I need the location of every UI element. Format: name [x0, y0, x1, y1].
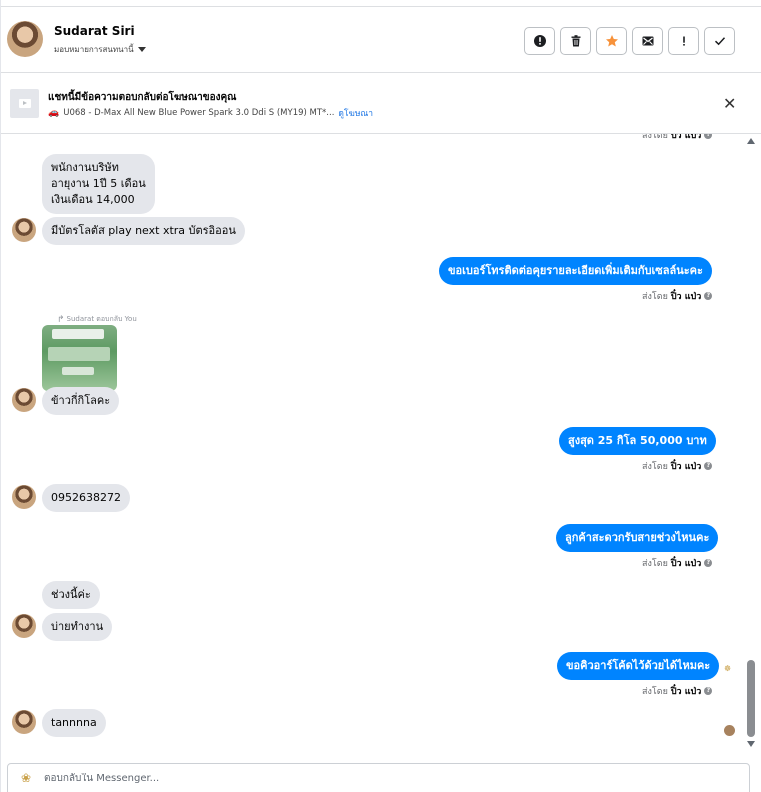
seen-sticker-icon: ☸ — [724, 664, 732, 673]
view-ad-link[interactable]: ดูโฆษณา — [338, 106, 373, 120]
info-icon: ? — [704, 462, 713, 470]
contact-avatar-small — [12, 614, 36, 638]
outgoing-message: ขอคิวอาร์โค้ดไว้ด้วยได้ไหมคะ — [557, 652, 720, 680]
star-icon — [605, 35, 618, 47]
outgoing-message: ลูกค้าสะดวกรับสายช่วงไหนคะ — [556, 524, 719, 552]
contact-avatar[interactable] — [7, 21, 43, 57]
contact-avatar-small — [12, 388, 36, 412]
incoming-message: ช่วงนี้ค่ะ — [42, 581, 100, 609]
assign-conversation-dropdown[interactable]: มอบหมายการสนทนานี้ — [54, 43, 146, 56]
info-icon: ? — [704, 134, 713, 139]
shared-image[interactable] — [42, 325, 117, 391]
ad-banner-title: แชทนี้มีข้อความตอบกลับต่อโฆษณาของคุณ — [48, 92, 237, 103]
close-icon[interactable]: ✕ — [723, 94, 736, 113]
ad-banner-line: 🚗 U068 - D-Max All New Blue Power Spark … — [48, 106, 373, 120]
outgoing-message: สูงสุด 25 กิโล 50,000 บาท — [559, 427, 716, 455]
contact-avatar-small — [12, 710, 36, 734]
contact-avatar-small — [12, 218, 36, 242]
sent-by-label: ส่งโดย ปิ๋ว แป่ว? — [642, 459, 713, 473]
follow-up-button[interactable] — [668, 27, 699, 55]
delete-button[interactable] — [560, 27, 591, 55]
conversation-header: Sudarat Siri มอบหมายการสนทนานี้ — [1, 7, 761, 73]
envelope-icon — [642, 36, 653, 46]
messenger-conversation-panel: Sudarat Siri มอบหมายการสนทนานี้ แชทนี้มี… — [0, 0, 761, 792]
car-icon: 🚗 — [48, 108, 60, 118]
sent-by-label: ส่งโดย ปิ๋ว แป่ว? — [642, 134, 713, 142]
exclamation-icon — [682, 36, 685, 46]
done-button[interactable] — [704, 27, 735, 55]
mark-unread-button[interactable] — [632, 27, 663, 55]
incoming-message: บ่ายทำงาน — [42, 613, 113, 641]
check-icon — [714, 37, 725, 46]
video-thumbnail-icon[interactable] — [10, 89, 39, 118]
incoming-message: tannnna — [42, 709, 106, 737]
scroll-down-arrow-icon[interactable] — [747, 741, 755, 747]
reply-note: ↱ Sudarat ตอบกลับ You — [57, 314, 137, 325]
incoming-message: มีบัตรโลตัส play next xtra บัตรอิออน — [42, 217, 245, 245]
contact-avatar-small — [12, 485, 36, 509]
trash-icon — [571, 35, 580, 47]
spam-button[interactable] — [524, 27, 555, 55]
assign-label: มอบหมายการสนทนานี้ — [54, 45, 134, 54]
info-icon: ? — [704, 687, 713, 695]
page-logo-icon: ❀ — [20, 771, 32, 785]
message-thread: ส่งโดย ปิ๋ว แป่ว? พนักงานบริษัท อายุงาน 1… — [1, 134, 745, 760]
ad-description: U068 - D-Max All New Blue Power Spark 3.… — [63, 108, 335, 118]
reply-input[interactable] — [44, 773, 644, 784]
info-icon: ? — [704, 292, 713, 300]
ad-reply-banner: แชทนี้มีข้อความตอบกลับต่อโฆษณาของคุณ 🚗 U… — [1, 74, 761, 134]
alert-circle-icon — [533, 35, 546, 47]
outgoing-message: ขอเบอร์โทรติดต่อคุยรายละเอียดเพิ่มเติมกั… — [439, 257, 712, 285]
incoming-message: พนักงานบริษัท อายุงาน 1ปี 5 เดือน เงินเด… — [42, 154, 155, 214]
reply-arrow-icon: ↱ — [57, 314, 65, 325]
sent-by-label: ส่งโดย ปิ๋ว แป่ว? — [642, 289, 713, 303]
scrollbar-thumb[interactable] — [747, 660, 755, 737]
read-receipt-avatar — [724, 725, 735, 736]
caret-down-icon — [137, 47, 146, 52]
reply-composer: ❀ — [7, 763, 750, 792]
info-icon: ? — [704, 559, 713, 567]
incoming-message: 0952638272 — [42, 484, 130, 512]
scroll-up-arrow-icon[interactable] — [747, 138, 755, 144]
sent-by-label: ส่งโดย ปิ๋ว แป่ว? — [642, 556, 713, 570]
contact-name[interactable]: Sudarat Siri — [54, 24, 135, 38]
sent-by-label: ส่งโดย ปิ๋ว แป่ว? — [642, 684, 713, 698]
star-button[interactable] — [596, 27, 627, 55]
incoming-message: ข้าวกี่กิโลคะ — [42, 387, 120, 415]
